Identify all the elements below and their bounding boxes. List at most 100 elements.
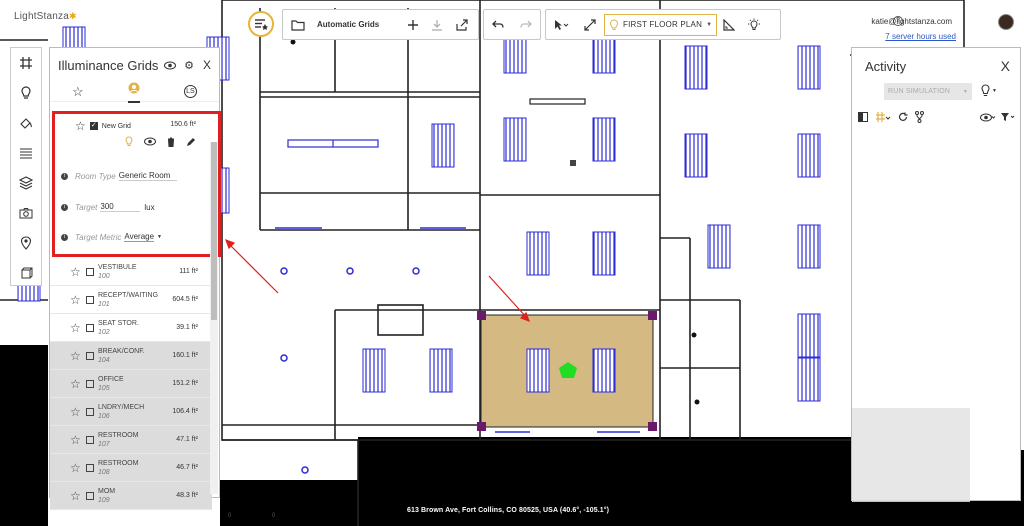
room-type-row: i Room Type Generic Room bbox=[61, 171, 177, 181]
room-type-value[interactable]: Generic Room bbox=[118, 171, 177, 181]
checkbox-checked[interactable]: ✓ bbox=[89, 122, 98, 130]
menu-star-icon bbox=[255, 19, 268, 30]
chevron-down-icon: ▼ bbox=[962, 88, 968, 95]
list-item[interactable]: ☆ OFFICE 105 151.2 ft² bbox=[50, 370, 212, 398]
measure-button[interactable] bbox=[717, 10, 741, 39]
illuminance-grids-panel: Illuminance Grids ⚙ X ☆ LS ☆ ✓ New Grid … bbox=[49, 47, 221, 510]
room-area: 47.1 ft² bbox=[176, 436, 198, 443]
location-tool[interactable] bbox=[11, 228, 41, 258]
panel-title: Illuminance Grids bbox=[58, 57, 159, 73]
target-metric-select[interactable]: Average bbox=[124, 232, 155, 242]
star-icon[interactable]: ☆ bbox=[70, 461, 82, 475]
refresh-icon[interactable] bbox=[898, 112, 908, 122]
chevron-down-icon: ▼ bbox=[706, 21, 713, 28]
checkbox[interactable] bbox=[86, 463, 94, 472]
eye-icon[interactable] bbox=[144, 137, 156, 146]
main-menu-button[interactable] bbox=[248, 11, 274, 37]
download-button[interactable] bbox=[425, 10, 449, 39]
star-icon[interactable]: ☆ bbox=[70, 489, 82, 503]
undo-button[interactable] bbox=[484, 10, 512, 39]
tab-grids[interactable] bbox=[127, 81, 140, 103]
scrollbar[interactable] bbox=[210, 142, 218, 494]
layers-icon bbox=[19, 176, 33, 190]
star-icon[interactable]: ☆ bbox=[70, 377, 82, 391]
lighting-button[interactable] bbox=[741, 10, 767, 39]
room-number: 101 bbox=[98, 300, 110, 308]
layers-tool[interactable] bbox=[11, 168, 41, 198]
grid-settings-icon[interactable] bbox=[875, 111, 891, 123]
paint-tool[interactable] bbox=[11, 108, 41, 138]
share-button[interactable] bbox=[449, 10, 475, 39]
pencil-icon[interactable] bbox=[186, 137, 196, 147]
download-icon bbox=[432, 19, 442, 31]
history-toolbar bbox=[483, 9, 541, 40]
checkbox[interactable] bbox=[86, 295, 94, 304]
close-icon[interactable]: X bbox=[1001, 58, 1010, 74]
star-icon[interactable]: ☆ bbox=[70, 433, 82, 447]
list-item[interactable]: ☆ LNDRY/MECH 106 106.4 ft² bbox=[50, 398, 212, 426]
close-icon[interactable]: X bbox=[203, 58, 211, 72]
server-hours-link[interactable]: 7 server hours used bbox=[885, 32, 956, 41]
floor-plan-value: FIRST FLOOR PLAN bbox=[623, 20, 703, 29]
checkbox[interactable] bbox=[86, 351, 94, 360]
checkbox[interactable] bbox=[86, 407, 94, 416]
cursor-icon bbox=[555, 19, 569, 30]
blinds-tool[interactable] bbox=[11, 138, 41, 168]
trash-icon[interactable] bbox=[167, 137, 175, 147]
tab-favorites[interactable]: ☆ bbox=[72, 84, 84, 100]
grid-tool[interactable] bbox=[11, 48, 41, 78]
gear-icon[interactable]: ⚙ bbox=[184, 59, 194, 72]
room-name: OFFICE bbox=[98, 375, 124, 383]
star-icon[interactable]: ☆ bbox=[70, 293, 82, 307]
3d-view-tool[interactable] bbox=[11, 258, 41, 288]
add-grid-button[interactable] bbox=[401, 10, 425, 39]
view-toolbar: FIRST FLOOR PLAN ▼ bbox=[545, 9, 781, 40]
star-icon[interactable]: ☆ bbox=[70, 405, 82, 419]
filter-icon[interactable] bbox=[1000, 112, 1016, 122]
star-icon[interactable]: ☆ bbox=[75, 119, 86, 133]
list-item[interactable]: ☆ RESTROOM 108 46.7 ft² bbox=[50, 454, 212, 482]
fullscreen-button[interactable] bbox=[576, 10, 604, 39]
folder-button[interactable] bbox=[283, 10, 313, 39]
star-icon[interactable]: ☆ bbox=[70, 349, 82, 363]
user-email[interactable]: katie@lightstanza.com bbox=[871, 17, 952, 26]
run-simulation-button[interactable]: RUN SIMULATION ▼ bbox=[884, 83, 972, 100]
app-logo: LightStanza✱ bbox=[14, 11, 77, 22]
floor-plan-select[interactable]: FIRST FLOOR PLAN ▼ bbox=[604, 13, 718, 36]
list-item[interactable]: ☆ RESTROOM 107 47.1 ft² bbox=[50, 426, 212, 454]
list-item[interactable]: ☆ BREAK/CONF. 104 160.1 ft² bbox=[50, 342, 212, 370]
bulb-dropdown[interactable]: ▼ bbox=[980, 84, 997, 97]
avatar[interactable] bbox=[998, 14, 1014, 30]
star-icon[interactable]: ☆ bbox=[70, 265, 82, 279]
star-icon[interactable]: ☆ bbox=[70, 321, 82, 335]
list-item[interactable]: ☆ SEAT STOR. 102 39.1 ft² bbox=[50, 314, 212, 342]
room-number: 109 bbox=[98, 496, 110, 504]
scrollbar-thumb[interactable] bbox=[211, 142, 217, 320]
checkbox[interactable] bbox=[86, 491, 94, 500]
list-item[interactable]: ☆ MOM 109 48.3 ft² bbox=[50, 482, 212, 510]
redo-button[interactable] bbox=[512, 10, 540, 39]
select-tool-button[interactable] bbox=[546, 10, 576, 39]
checkbox[interactable] bbox=[86, 323, 94, 332]
tab-ls[interactable]: LS bbox=[183, 85, 197, 98]
user-circle-icon bbox=[128, 82, 140, 93]
eye-icon[interactable] bbox=[980, 113, 996, 122]
branch-icon[interactable] bbox=[915, 111, 924, 123]
list-item[interactable]: ☆ VESTIBULE 100 111 ft² bbox=[50, 258, 212, 286]
contrast-icon[interactable] bbox=[858, 112, 868, 122]
bulb-icon bbox=[981, 84, 990, 97]
chevron-down-icon: ▼ bbox=[157, 234, 162, 240]
new-grid-row[interactable]: ☆ ✓ New Grid bbox=[75, 119, 131, 133]
checkbox[interactable] bbox=[86, 435, 94, 444]
room-area: 106.4 ft² bbox=[172, 408, 198, 415]
light-tool[interactable] bbox=[11, 78, 41, 108]
target-input[interactable]: 300 bbox=[100, 202, 141, 212]
room-number: 104 bbox=[98, 356, 110, 364]
checkbox[interactable] bbox=[86, 379, 94, 388]
bulb-icon[interactable] bbox=[125, 136, 133, 147]
automatic-grids-label[interactable]: Automatic Grids bbox=[313, 20, 401, 29]
camera-tool[interactable] bbox=[11, 198, 41, 228]
list-item[interactable]: ☆ RECEPT/WAITING 101 604.5 ft² bbox=[50, 286, 212, 314]
eye-icon[interactable] bbox=[164, 61, 177, 70]
checkbox[interactable] bbox=[86, 267, 94, 276]
